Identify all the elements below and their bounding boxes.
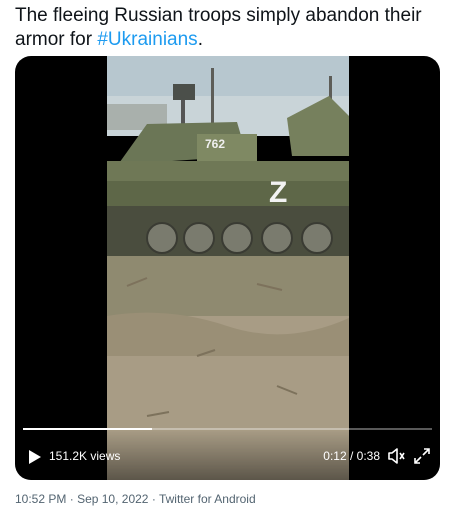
play-button[interactable] [25,448,43,466]
video-thumbnail: 762 Z [107,56,349,480]
tweet-text: The fleeing Russian troops simply abando… [15,4,445,52]
video-frame: 762 Z [107,56,349,480]
time-separator: / [346,449,357,463]
separator: · [151,492,156,506]
tweet-date[interactable]: Sep 10, 2022 [77,492,148,506]
tweet-text-body: The fleeing Russian troops simply abando… [15,5,422,50]
volume-icon [388,448,405,464]
progress-bar[interactable] [23,428,432,430]
video-player[interactable]: 762 Z 151.2K views 0:12 / 0:38 [15,56,440,480]
z-marking: Z [269,176,287,209]
separator: · [69,492,74,506]
progress-fill [23,428,153,430]
fullscreen-button[interactable] [412,446,432,466]
tweet-metadata: 10:52 PM · Sep 10, 2022 · Twitter for An… [15,492,256,506]
vehicle-number: 762 [205,137,225,151]
current-time: 0:12 [323,449,347,463]
fullscreen-icon [414,448,430,464]
volume-button[interactable] [386,446,406,466]
tweet-source[interactable]: Twitter for Android [159,492,256,506]
tweet-text-end: . [197,29,203,50]
video-controls: 151.2K views 0:12 / 0:38 [15,428,440,480]
hashtag-link[interactable]: #Ukrainians [97,29,197,50]
play-icon [29,450,41,464]
view-count: 151.2K views [49,449,121,463]
tweet-time[interactable]: 10:52 PM [15,492,66,506]
time-display: 0:12 / 0:38 [323,449,380,463]
duration: 0:38 [356,449,380,463]
